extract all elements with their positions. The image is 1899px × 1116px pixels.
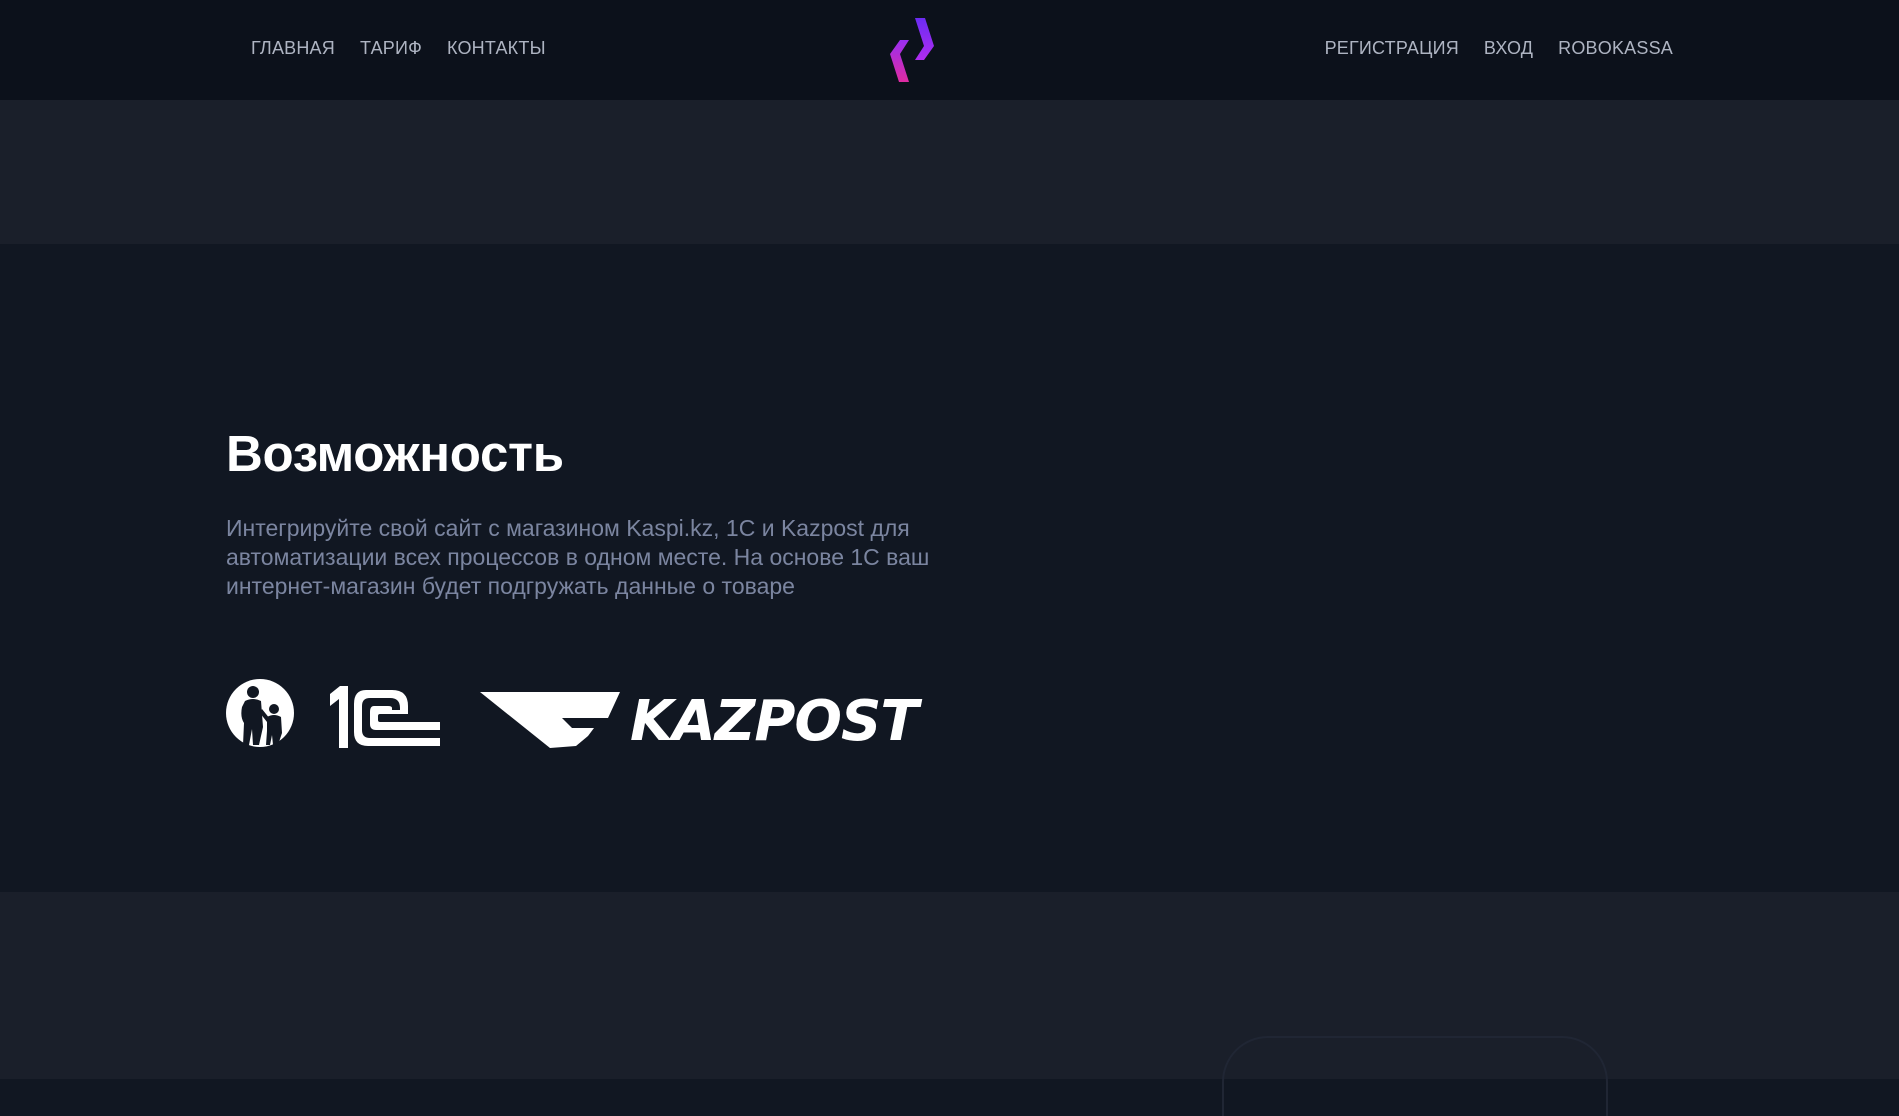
nav-link-login[interactable]: ВХОД (1484, 38, 1533, 59)
kazpost-logo: KAZPOST (480, 690, 923, 750)
feature-description: Интегрируйте свой сайт с магазином Kaspi… (226, 515, 930, 599)
bottom-band (0, 892, 1899, 1079)
primary-nav: ГЛАВНАЯ ТАРИФ КОНТАКТЫ (251, 38, 546, 59)
account-nav: РЕГИСТРАЦИЯ ВХОД ROBOKASSA (1325, 38, 1673, 59)
site-logo-icon[interactable] (889, 16, 935, 84)
1c-logo (330, 686, 440, 748)
card-outline (1222, 1036, 1608, 1116)
feature-title: Возможность (226, 425, 564, 482)
nav-link-robokassa[interactable]: ROBOKASSA (1558, 38, 1673, 59)
nav-link-tariff[interactable]: ТАРИФ (360, 38, 422, 59)
top-band (0, 100, 1899, 244)
site-header: ГЛАВНАЯ ТАРИФ КОНТАКТЫ РЕГИСТРАЦИЯ ВХОД … (0, 0, 1899, 100)
kaspi-logo (226, 679, 294, 747)
nav-link-contacts[interactable]: КОНТАКТЫ (447, 38, 546, 59)
svg-text:KAZPOST: KAZPOST (630, 690, 922, 750)
nav-link-home[interactable]: ГЛАВНАЯ (251, 38, 335, 59)
nav-link-register[interactable]: РЕГИСТРАЦИЯ (1325, 38, 1459, 59)
